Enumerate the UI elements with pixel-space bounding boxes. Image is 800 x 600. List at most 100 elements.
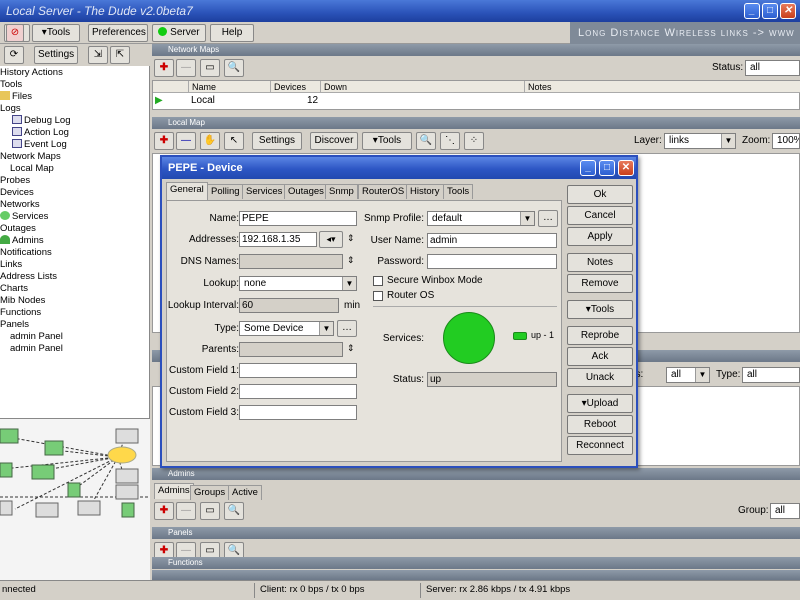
tree-item[interactable]: History Actions — [0, 67, 63, 79]
refresh-icon[interactable]: ⟳ — [4, 46, 24, 64]
unack-button[interactable]: Unack — [567, 368, 633, 387]
tree-item[interactable]: Charts — [0, 283, 28, 295]
snmp-profile-select[interactable]: default ▼ — [427, 211, 535, 226]
maximize-button[interactable]: □ — [599, 160, 615, 176]
layout-icon[interactable]: ⁘ — [464, 132, 484, 150]
preferences-button[interactable]: Preferences — [88, 24, 148, 42]
collapsed-panel-header[interactable] — [152, 570, 800, 580]
notes-button[interactable]: Notes — [567, 253, 633, 272]
tab-tools[interactable]: Tools — [443, 184, 474, 199]
password-input[interactable] — [427, 254, 557, 269]
tab-history[interactable]: History — [406, 184, 444, 199]
import-icon[interactable]: ⇲ — [88, 46, 108, 64]
tree-item[interactable]: Links — [0, 259, 22, 271]
tree-item[interactable]: Admins — [0, 235, 44, 247]
tree-item[interactable]: Probes — [0, 175, 30, 187]
help-button[interactable]: Help — [210, 24, 254, 42]
parents-input[interactable] — [239, 342, 343, 357]
tools-menu-button[interactable]: ▾Tools — [32, 24, 80, 42]
tools-button[interactable]: ▾Tools — [567, 300, 633, 319]
custom-field-3-input[interactable] — [239, 405, 357, 420]
tab-snmp[interactable]: Snmp — [325, 184, 358, 199]
ok-button[interactable]: Ok — [567, 185, 633, 204]
close-button[interactable]: ✕ — [618, 160, 634, 176]
custom-field-1-input[interactable] — [239, 363, 357, 378]
tab-services[interactable]: Services — [242, 184, 287, 199]
find-icon[interactable]: 🔍 — [416, 132, 436, 150]
remove-icon[interactable]: — — [176, 132, 196, 150]
reprobe-button[interactable]: Reprobe — [567, 326, 633, 345]
add-icon[interactable]: ✚ — [154, 132, 174, 150]
type-select[interactable]: Some Device ▼ — [239, 321, 334, 336]
tree-item[interactable]: Event Log — [12, 139, 67, 151]
addresses-input[interactable]: 192.168.1.35 — [239, 232, 317, 247]
tree-item[interactable]: Debug Log — [12, 115, 70, 127]
settings-button[interactable]: Settings — [252, 132, 302, 150]
column-header[interactable]: Notes — [525, 81, 800, 93]
tab-routeros[interactable]: RouterOS — [358, 184, 409, 199]
remove-button[interactable]: Remove — [567, 274, 633, 293]
minimize-button[interactable]: _ — [744, 3, 760, 19]
column-header[interactable]: Devices — [271, 81, 321, 93]
tree-item[interactable]: Action Log — [12, 127, 69, 139]
panels-header[interactable]: Panels — [152, 527, 800, 539]
scroll-arrows-icon[interactable]: ⇕ — [347, 343, 355, 354]
tab-outages[interactable]: Outages — [284, 184, 328, 199]
remove-icon[interactable]: — — [176, 59, 196, 77]
name-input[interactable]: PEPE — [239, 211, 357, 226]
lookup-interval-input[interactable]: 60 — [239, 298, 339, 313]
tab-admins[interactable]: Admins — [154, 483, 194, 499]
functions-header[interactable]: Functions — [152, 557, 800, 569]
add-icon[interactable]: ✚ — [154, 502, 174, 520]
layer-select[interactable]: links ▼ — [664, 133, 736, 149]
tab-polling[interactable]: Polling — [207, 184, 244, 199]
lookup-select[interactable]: none ▼ — [239, 276, 357, 291]
find-icon[interactable]: 🔍 — [224, 502, 244, 520]
cancel-button[interactable]: Cancel — [567, 206, 633, 225]
address-picker-button[interactable]: ◂▾ — [319, 231, 343, 248]
tree-item[interactable]: Networks — [0, 199, 40, 211]
remove-icon[interactable]: — — [176, 502, 196, 520]
dialog-title-bar[interactable]: PEPE - Device _ □ ✕ — [162, 157, 636, 179]
disconnect-icon[interactable]: ⊘ — [6, 24, 24, 42]
minimize-button[interactable]: _ — [580, 160, 596, 176]
admins-header[interactable]: Admins — [152, 468, 800, 480]
add-icon[interactable]: ✚ — [154, 59, 174, 77]
router-os-checkbox[interactable] — [373, 291, 383, 301]
username-input[interactable]: admin — [427, 233, 557, 248]
table-row[interactable]: ▶ Local 12 — [153, 95, 800, 107]
tools-menu-button[interactable]: ▾Tools — [362, 132, 412, 150]
upload-button[interactable]: ▾Upload — [567, 394, 633, 413]
tree-item[interactable]: Notifications — [0, 247, 52, 259]
arrange-icon[interactable]: ⋱ — [440, 132, 460, 150]
discover-button[interactable]: Discover — [310, 132, 358, 150]
close-button[interactable]: ✕ — [780, 3, 796, 19]
snmp-browse-button[interactable]: … — [538, 210, 558, 227]
tree-item[interactable]: Functions — [0, 307, 41, 319]
tab-general[interactable]: General — [166, 182, 208, 200]
maximize-button[interactable]: □ — [762, 3, 778, 19]
status-select[interactable]: all ▼ — [666, 367, 710, 383]
reboot-button[interactable]: Reboot — [567, 415, 633, 434]
tree-item[interactable]: admin Panel — [10, 331, 63, 343]
device-dialog[interactable]: PEPE - Device _ □ ✕ General Polling Serv… — [160, 155, 638, 468]
tree-item[interactable]: Outages — [0, 223, 36, 235]
tree-item[interactable]: Local Map — [10, 163, 54, 175]
hand-icon[interactable]: ✋ — [200, 132, 220, 150]
pointer-icon[interactable]: ↖ — [224, 132, 244, 150]
tree-item[interactable]: Services — [0, 211, 48, 223]
tree-item[interactable]: Address Lists — [0, 271, 57, 283]
reconnect-button[interactable]: Reconnect — [567, 436, 633, 455]
tree-item[interactable]: Panels — [0, 319, 29, 331]
minimap[interactable] — [0, 418, 150, 580]
tab-groups[interactable]: Groups — [190, 485, 230, 500]
secure-winbox-checkbox[interactable] — [373, 276, 383, 286]
tree-item[interactable]: admin Panel — [10, 343, 63, 355]
tree-item[interactable]: Devices — [0, 187, 34, 199]
tree-item[interactable]: Tools — [0, 79, 22, 91]
tree-item[interactable]: Mib Nodes — [0, 295, 45, 307]
custom-field-2-input[interactable] — [239, 384, 357, 399]
find-icon[interactable]: 🔍 — [224, 59, 244, 77]
main-title-bar[interactable]: Local Server - The Dude v2.0beta7 _ □ ✕ — [0, 0, 800, 22]
local-map-header[interactable]: Local Map — [152, 117, 800, 129]
